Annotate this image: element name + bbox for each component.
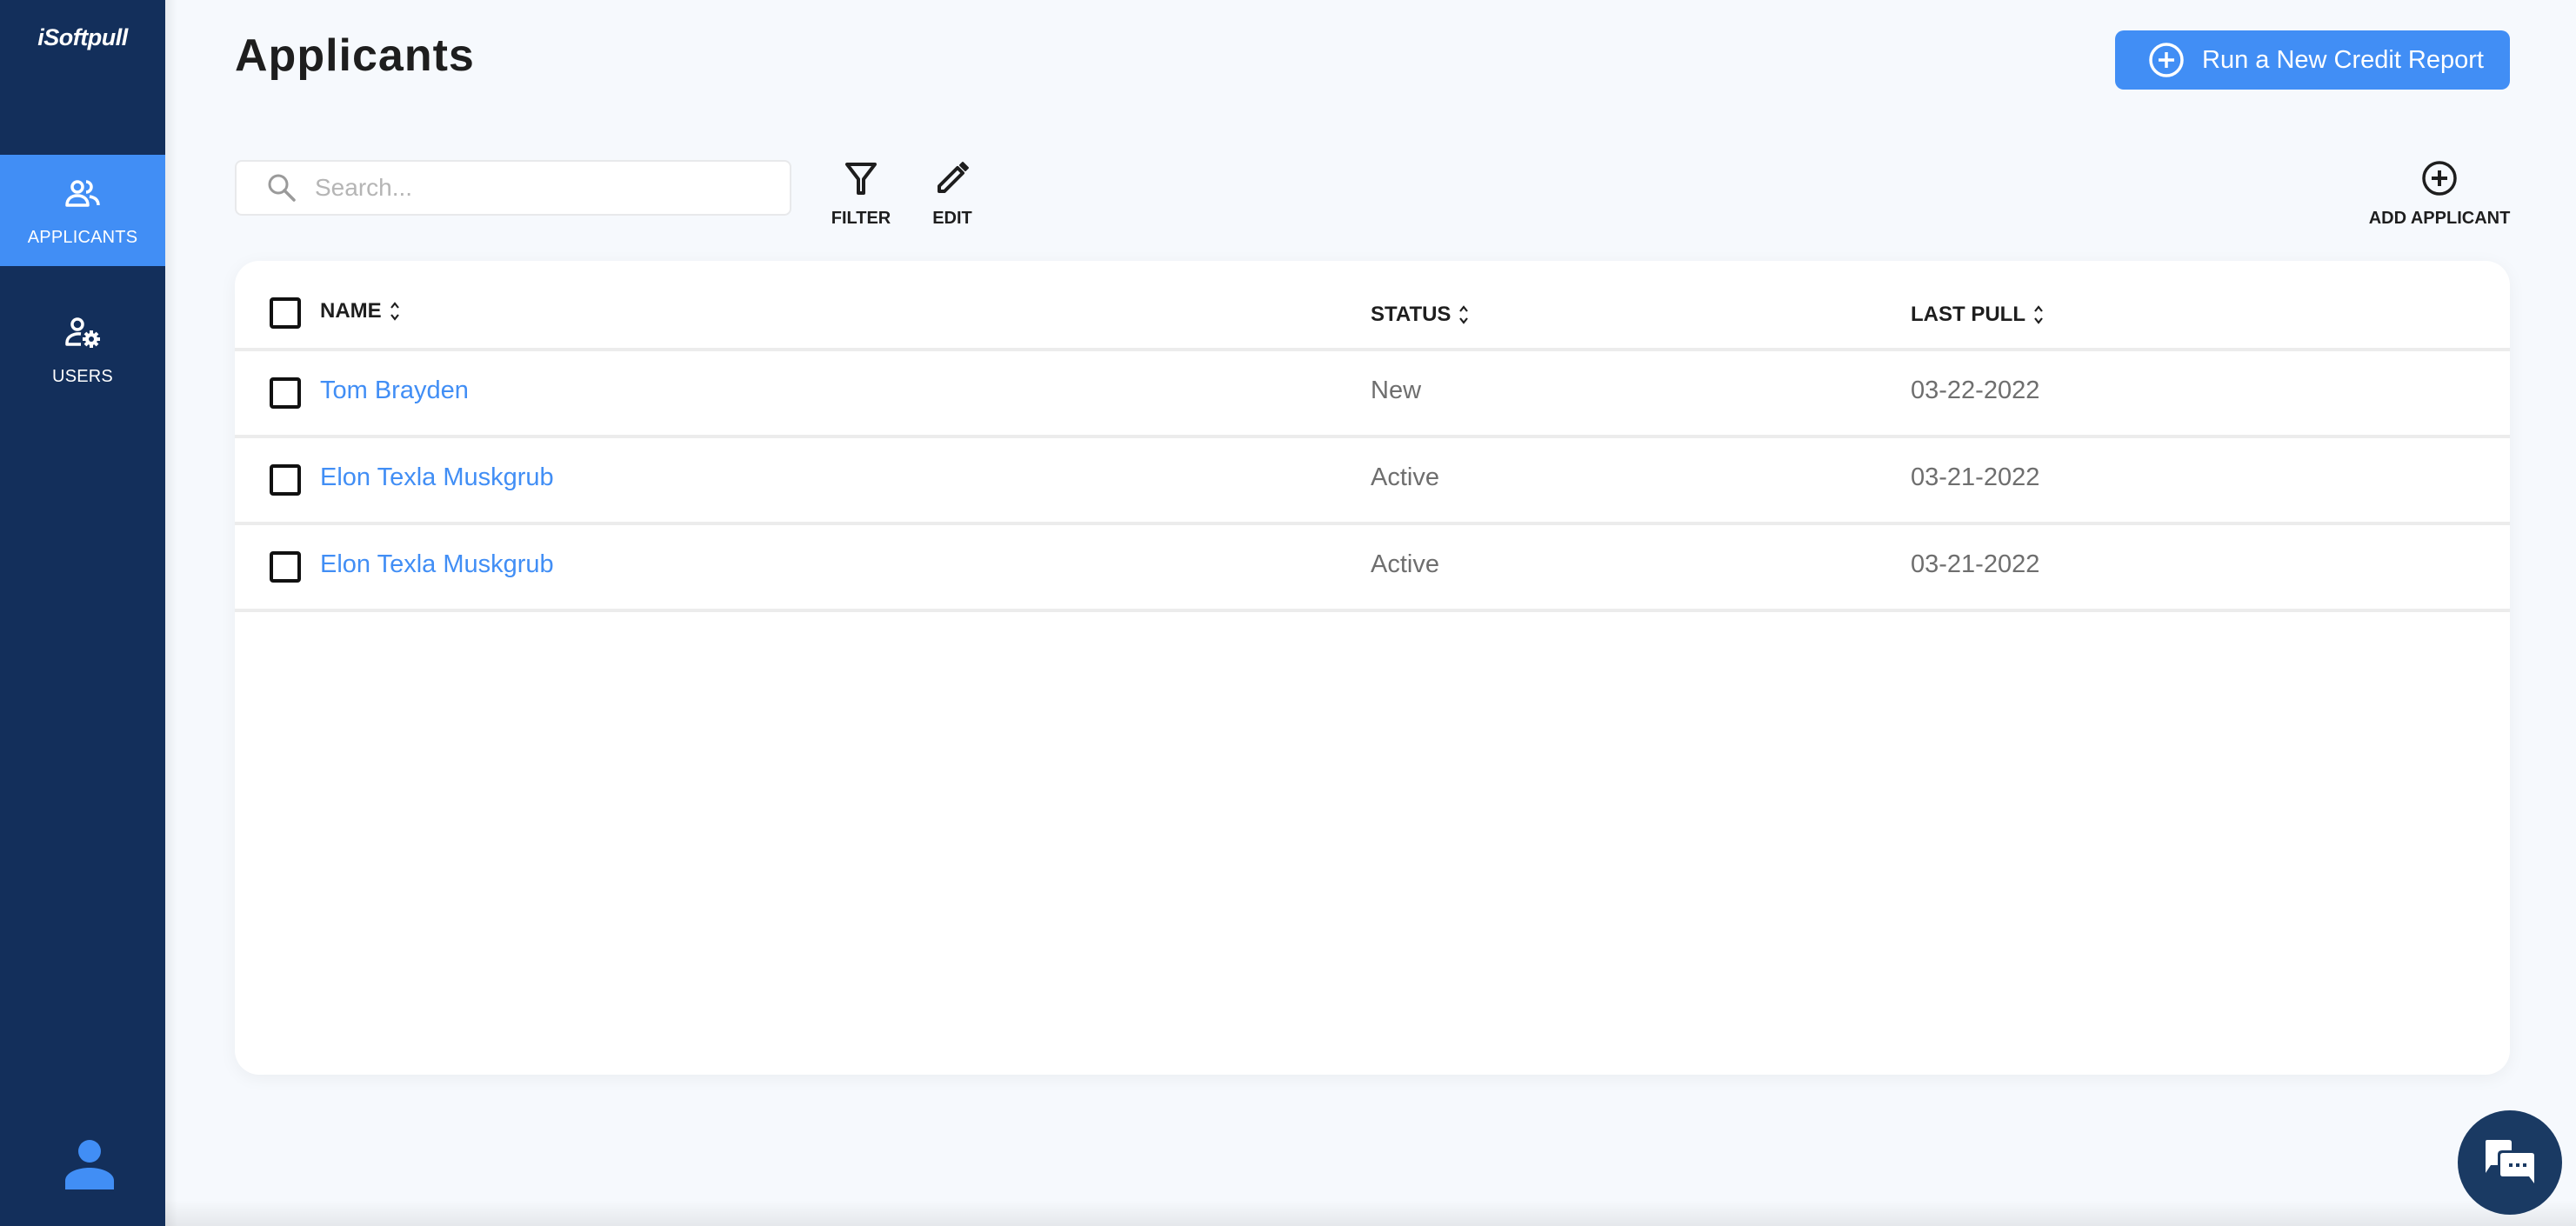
column-header-last-pull[interactable]: LAST PULL [1911, 303, 2045, 327]
column-header-label: STATUS [1371, 303, 1452, 326]
filter-label: FILTER [831, 209, 891, 228]
search-icon [268, 174, 296, 202]
status-cell: Active [1371, 463, 1439, 491]
users-icon [65, 180, 100, 207]
applicants-table: NAME STATUS LAST PULL Tom Brayden New 03… [235, 261, 2510, 1075]
table-header: NAME STATUS LAST PULL [235, 261, 2510, 351]
table-row: Elon Texla Muskgrub Active 03-21-2022 [235, 525, 2510, 612]
table-row: Tom Brayden New 03-22-2022 [235, 351, 2510, 438]
applicant-name-link[interactable]: Elon Texla Muskgrub [320, 550, 554, 579]
sort-icon [390, 302, 399, 321]
last-pull-cell: 03-22-2022 [1911, 376, 2040, 404]
bottom-shadow [165, 1200, 2576, 1226]
column-header-status[interactable]: STATUS [1371, 303, 1470, 327]
filter-button[interactable]: FILTER [831, 160, 891, 229]
logo[interactable]: iSoftpull [0, 24, 165, 51]
chat-icon [2486, 1140, 2534, 1183]
table-row: Elon Texla Muskgrub Active 03-21-2022 [235, 438, 2510, 525]
last-pull-cell: 03-21-2022 [1911, 550, 2040, 578]
status-cell: New [1371, 376, 1422, 404]
edit-button[interactable]: EDIT [922, 160, 983, 229]
user-settings-icon [65, 317, 100, 348]
column-header-name[interactable]: NAME [320, 299, 401, 323]
run-credit-report-label: Run a New Credit Report [2202, 45, 2484, 74]
column-header-label: NAME [320, 299, 382, 323]
column-header-label: LAST PULL [1911, 303, 2025, 326]
plus-circle-icon [2422, 161, 2457, 196]
row-checkbox[interactable] [270, 377, 301, 409]
status-cell: Active [1371, 550, 1439, 578]
sidebar: iSoftpull APPLICANTS USERS [0, 0, 165, 1226]
page-title: Applicants [235, 30, 475, 81]
edit-label: EDIT [932, 209, 972, 228]
plus-circle-icon [2149, 43, 2184, 77]
chat-button[interactable] [2458, 1110, 2562, 1215]
run-credit-report-button[interactable]: Run a New Credit Report [2115, 30, 2510, 90]
filter-icon [845, 163, 877, 195]
applicant-name-link[interactable]: Elon Texla Muskgrub [320, 463, 554, 492]
sidebar-item-label: APPLICANTS [27, 228, 138, 247]
sidebar-item-label: USERS [52, 367, 113, 386]
applicant-name-link[interactable]: Tom Brayden [320, 376, 469, 405]
row-checkbox[interactable] [270, 464, 301, 496]
sort-icon [2034, 305, 2043, 324]
sidebar-item-users[interactable]: USERS [0, 294, 165, 405]
add-applicant-label: ADD APPLICANT [2368, 209, 2511, 228]
select-all-checkbox[interactable] [270, 297, 301, 329]
pencil-icon [938, 162, 969, 193]
add-applicant-button[interactable]: ADD APPLICANT [2357, 160, 2522, 229]
sort-icon [1459, 305, 1469, 324]
last-pull-cell: 03-21-2022 [1911, 463, 2040, 491]
account-icon[interactable] [63, 1139, 117, 1189]
search-box [235, 160, 791, 216]
search-input[interactable] [315, 174, 767, 202]
row-checkbox[interactable] [270, 551, 301, 583]
sidebar-shadow [165, 0, 177, 1226]
sidebar-item-applicants[interactable]: APPLICANTS [0, 155, 165, 266]
